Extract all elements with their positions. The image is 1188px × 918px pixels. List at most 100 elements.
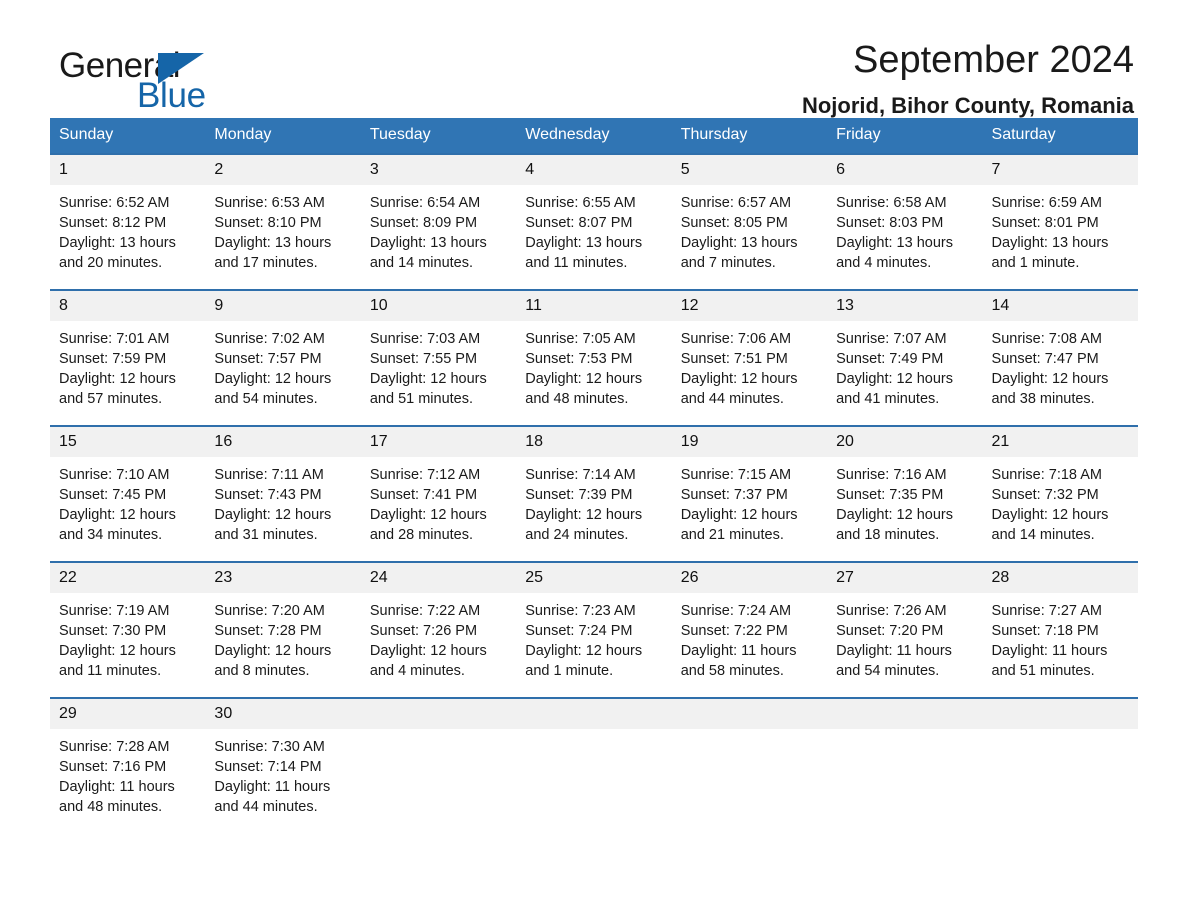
- daylight-text-line1: Daylight: 13 hours: [214, 235, 332, 251]
- daylight-text-line1: Daylight: 11 hours: [680, 643, 797, 659]
- calendar-day-cell[interactable]: 24 Sunrise: 7:22 AM Sunset: 7:26 PM Dayligh…: [360, 561, 517, 698]
- sunset-text: Sunset: 7:18 PM: [991, 623, 1099, 639]
- day-number: 19: [671, 427, 828, 457]
- daylight-text-line2: and 20 minutes.: [59, 255, 163, 271]
- sunrise-text: Sunrise: 7:10 AM: [59, 467, 170, 483]
- weekday-header-friday: Friday: [827, 118, 983, 154]
- weekday-header-monday: Monday: [205, 118, 361, 154]
- day-cell-content: 21 Sunrise: 7:18 AM Sunset: 7:32 PM Dayligh…: [982, 427, 1138, 561]
- day-cell-content: 16 Sunrise: 7:11 AM Sunset: 7:43 PM Dayligh…: [205, 427, 361, 561]
- calendar-day-cell[interactable]: 23 Sunrise: 7:20 AM Sunset: 7:28 PM Dayligh…: [205, 561, 361, 698]
- calendar-day-cell[interactable]: 18 Sunrise: 7:14 AM Sunset: 7:39 PM Dayligh…: [516, 425, 672, 562]
- day-details: Sunrise: 6:59 AM Sunset: 8:01 PM Daylight:…: [983, 185, 1138, 273]
- day-details: Sunrise: 7:14 AM Sunset: 7:39 PM Daylight:…: [516, 457, 671, 545]
- daylight-text-line2: and 57 minutes.: [59, 391, 163, 407]
- day-number: 11: [516, 291, 672, 321]
- day-number: 21: [982, 427, 1138, 457]
- calendar-day-cell[interactable]: 19 Sunrise: 7:15 AM Sunset: 7:37 PM Dayligh…: [671, 425, 828, 562]
- day-details: Sunrise: 7:10 AM Sunset: 7:45 PM Daylight:…: [50, 457, 205, 545]
- daylight-text-line2: and 54 minutes.: [836, 663, 940, 679]
- day-number: 27: [827, 563, 983, 593]
- daylight-text-line2: and 21 minutes.: [680, 527, 784, 543]
- calendar-week-row: 22 Sunrise: 7:19 AM Sunset: 7:30 PM Dayligh…: [50, 561, 1138, 698]
- daylight-text-line1: Daylight: 12 hours: [836, 507, 953, 523]
- sunrise-text: Sunrise: 7:07 AM: [836, 331, 947, 347]
- calendar-day-cell[interactable]: 1 Sunrise: 6:52 AM Sunset: 8:12 PM Daylight…: [50, 153, 206, 290]
- calendar-day-cell[interactable]: 2 Sunrise: 6:53 AM Sunset: 8:10 PM Daylight…: [205, 153, 361, 290]
- weekday-header-wednesday: Wednesday: [516, 118, 672, 154]
- sunrise-text: Sunrise: 7:03 AM: [369, 331, 481, 347]
- calendar-day-cell[interactable]: 14 Sunrise: 7:08 AM Sunset: 7:47 PM Dayligh…: [982, 289, 1138, 426]
- day-cell-content: 24 Sunrise: 7:22 AM Sunset: 7:26 PM Dayligh…: [360, 563, 517, 697]
- sunrise-text: Sunrise: 7:06 AM: [680, 331, 792, 347]
- calendar-day-cell[interactable]: 27 Sunrise: 7:26 AM Sunset: 7:20 PM Dayligh…: [827, 561, 983, 698]
- sunrise-text: Sunrise: 7:26 AM: [836, 603, 947, 619]
- calendar-day-cell[interactable]: 4 Sunrise: 6:55 AM Sunset: 8:07 PM Daylight…: [516, 153, 672, 290]
- daylight-text-line2: and 44 minutes.: [680, 391, 784, 407]
- sunset-text: Sunset: 7:35 PM: [836, 487, 944, 503]
- sunset-text: Sunset: 7:55 PM: [369, 351, 478, 367]
- calendar-day-cell[interactable]: 25 Sunrise: 7:23 AM Sunset: 7:24 PM Dayligh…: [516, 561, 672, 698]
- sunset-text: Sunset: 7:51 PM: [680, 351, 788, 367]
- day-number: 26: [671, 563, 828, 593]
- daylight-text-line2: and 51 minutes.: [369, 391, 474, 407]
- sunrise-text: Sunrise: 7:11 AM: [214, 467, 324, 483]
- daylight-text-line2: and 17 minutes.: [214, 255, 318, 271]
- calendar-day-cell[interactable]: 29 Sunrise: 7:28 AM Sunset: 7:16 PM Dayligh…: [50, 697, 206, 819]
- calendar-day-cell[interactable]: 13 Sunrise: 7:07 AM Sunset: 7:49 PM Dayligh…: [827, 289, 983, 426]
- sunset-text: Sunset: 7:43 PM: [214, 487, 322, 503]
- calendar-day-cell[interactable]: 15 Sunrise: 7:10 AM Sunset: 7:45 PM Dayligh…: [50, 425, 206, 562]
- calendar-day-cell[interactable]: 10 Sunrise: 7:03 AM Sunset: 7:55 PM Dayligh…: [360, 289, 517, 426]
- day-cell-content: 3 Sunrise: 6:54 AM Sunset: 8:09 PM Daylight…: [360, 155, 517, 289]
- sunrise-text: Sunrise: 6:53 AM: [214, 195, 325, 211]
- day-details: Sunrise: 7:23 AM Sunset: 7:24 PM Daylight:…: [516, 593, 671, 681]
- calendar-day-cell[interactable]: 28 Sunrise: 7:27 AM Sunset: 7:18 PM Dayligh…: [982, 561, 1138, 698]
- calendar-day-cell[interactable]: 21 Sunrise: 7:18 AM Sunset: 7:32 PM Dayligh…: [982, 425, 1138, 562]
- daylight-text-line1: Daylight: 11 hours: [991, 643, 1108, 659]
- sunrise-text: Sunrise: 7:19 AM: [59, 603, 170, 619]
- day-cell-content: 26 Sunrise: 7:24 AM Sunset: 7:22 PM Dayligh…: [671, 563, 828, 697]
- calendar-day-cell[interactable]: 20 Sunrise: 7:16 AM Sunset: 7:35 PM Dayligh…: [827, 425, 983, 562]
- sunset-text: Sunset: 7:47 PM: [991, 351, 1099, 367]
- calendar-day-cell[interactable]: 5 Sunrise: 6:57 AM Sunset: 8:05 PM Daylight…: [671, 153, 828, 290]
- day-number: 8: [50, 291, 206, 321]
- calendar-day-cell[interactable]: 16 Sunrise: 7:11 AM Sunset: 7:43 PM Dayligh…: [205, 425, 361, 562]
- day-number: [360, 699, 517, 729]
- sunset-text: Sunset: 8:03 PM: [836, 215, 944, 231]
- daylight-text-line1: Daylight: 12 hours: [680, 507, 798, 523]
- day-details: Sunrise: 6:53 AM Sunset: 8:10 PM Daylight:…: [205, 185, 360, 273]
- calendar-day-cell[interactable]: 7 Sunrise: 6:59 AM Sunset: 8:01 PM Daylight…: [982, 153, 1138, 290]
- calendar-day-cell[interactable]: 11 Sunrise: 7:05 AM Sunset: 7:53 PM Dayligh…: [516, 289, 672, 426]
- day-details: Sunrise: 7:02 AM Sunset: 7:57 PM Daylight:…: [205, 321, 360, 409]
- daylight-text-line2: and 1 minute.: [525, 663, 614, 679]
- sunrise-text: Sunrise: 7:20 AM: [214, 603, 325, 619]
- general-blue-logo[interactable]: General Blue: [59, 46, 289, 118]
- day-cell-content: 27 Sunrise: 7:26 AM Sunset: 7:20 PM Dayligh…: [827, 563, 983, 697]
- calendar-day-cell[interactable]: 22 Sunrise: 7:19 AM Sunset: 7:30 PM Dayligh…: [50, 561, 206, 698]
- sunrise-text: Sunrise: 7:05 AM: [525, 331, 636, 347]
- sunset-text: Sunset: 8:01 PM: [991, 215, 1099, 231]
- calendar-day-cell[interactable]: 26 Sunrise: 7:24 AM Sunset: 7:22 PM Dayligh…: [671, 561, 828, 698]
- daylight-text-line2: and 4 minutes.: [369, 663, 465, 679]
- calendar-body: 1 Sunrise: 6:52 AM Sunset: 8:12 PM Daylight…: [50, 153, 1138, 819]
- sunset-text: Sunset: 7:59 PM: [59, 351, 167, 367]
- calendar-day-cell[interactable]: 17 Sunrise: 7:12 AM Sunset: 7:41 PM Dayligh…: [360, 425, 517, 562]
- sunset-text: Sunset: 7:57 PM: [214, 351, 322, 367]
- day-details: Sunrise: 7:20 AM Sunset: 7:28 PM Daylight:…: [205, 593, 360, 681]
- day-number: [982, 699, 1138, 729]
- day-cell-content: [982, 699, 1138, 819]
- calendar-day-cell[interactable]: 12 Sunrise: 7:06 AM Sunset: 7:51 PM Dayligh…: [671, 289, 828, 426]
- day-number: 5: [671, 155, 828, 185]
- calendar-day-cell[interactable]: 3 Sunrise: 6:54 AM Sunset: 8:09 PM Daylight…: [360, 153, 517, 290]
- daylight-text-line2: and 48 minutes.: [525, 391, 629, 407]
- daylight-text-line1: Daylight: 12 hours: [680, 371, 798, 387]
- calendar-day-cell[interactable]: 30 Sunrise: 7:30 AM Sunset: 7:14 PM Dayligh…: [205, 697, 361, 819]
- calendar-day-cell[interactable]: 8 Sunrise: 7:01 AM Sunset: 7:59 PM Daylight…: [50, 289, 206, 426]
- day-details: Sunrise: 6:57 AM Sunset: 8:05 PM Daylight:…: [672, 185, 827, 273]
- calendar-day-cell[interactable]: 9 Sunrise: 7:02 AM Sunset: 7:57 PM Daylight…: [205, 289, 361, 426]
- calendar-day-cell[interactable]: 6 Sunrise: 6:58 AM Sunset: 8:03 PM Daylight…: [827, 153, 983, 290]
- day-details: Sunrise: 7:03 AM Sunset: 7:55 PM Daylight:…: [361, 321, 516, 409]
- location-subtitle: Nojorid, Bihor County, Romania: [801, 93, 1134, 118]
- calendar-week-row: 8 Sunrise: 7:01 AM Sunset: 7:59 PM Daylight…: [50, 289, 1138, 426]
- calendar-day-cell: [516, 697, 672, 819]
